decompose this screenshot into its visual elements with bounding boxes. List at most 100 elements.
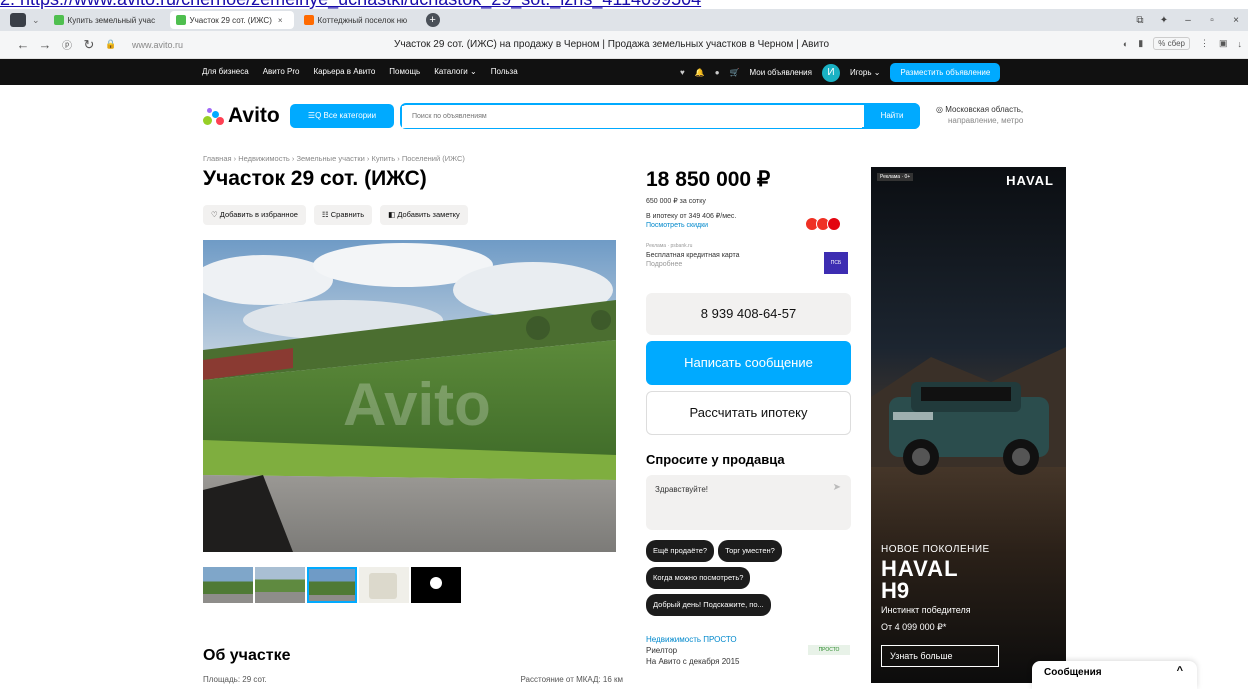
show-phone-button[interactable]: 8 939 408-64-57 [646, 293, 851, 335]
quick-question-chip[interactable]: Ещё продаёте? [646, 540, 715, 562]
tab-list-chevron-icon[interactable]: ⌄ [32, 15, 40, 26]
sber-extension-button[interactable]: % сбер [1153, 37, 1190, 50]
tab-label: Участок 29 сот. (ИЖС) [189, 15, 272, 25]
credit-card-promo[interactable]: Реклама · psbank.ru Бесплатная кредитная… [646, 242, 740, 269]
bookmark-icon[interactable]: ▮ [1138, 38, 1143, 49]
map-pin-icon [430, 577, 442, 589]
region-selector[interactable]: ◎ Московская область, направление, метро [936, 104, 1023, 126]
quick-question-chip[interactable]: Добрый день! Подскажите, по... [646, 594, 771, 616]
seller-logo[interactable]: ПРОСТО [808, 645, 850, 655]
price-per-unit: 650 000 ₽ за сотку [646, 198, 706, 205]
logo-text: Avito [228, 104, 280, 127]
search-input[interactable] [402, 105, 862, 128]
back-arrow-icon[interactable]: ← [12, 37, 34, 52]
ask-seller-input[interactable]: Здравствуйте! ➤ [646, 475, 851, 530]
avito-logo[interactable]: Avito [203, 104, 280, 128]
compare-button[interactable]: ☷ Сравнить [313, 205, 373, 225]
ask-seller-heading: Спросите у продавца [646, 452, 785, 467]
card-promo-text: Бесплатная кредитная карта [646, 252, 740, 259]
quick-question-chip[interactable]: Когда можно посмотреть? [646, 567, 751, 589]
messages-label: Сообщения [1044, 667, 1102, 678]
map-thumbnail[interactable] [411, 567, 461, 603]
extensions-icon[interactable]: ✦ [1152, 15, 1176, 26]
cart-icon[interactable]: 🛒 [730, 68, 740, 77]
ad-line-new-gen: НОВОЕ ПОКОЛЕНИЕ [881, 544, 990, 555]
ad-line-price: От 4 099 000 ₽* [881, 622, 947, 632]
calculate-mortgage-button[interactable]: Рассчитать ипотеку [646, 391, 851, 435]
messages-widget[interactable]: Сообщения ^ [1032, 661, 1197, 689]
nav-link-pro[interactable]: Авито Pro [263, 67, 300, 76]
lock-icon: 🔒 [105, 39, 117, 49]
ad-tag: Реклама · 0+ [877, 173, 914, 181]
close-window-icon[interactable]: × [1224, 15, 1248, 26]
quick-question-chip[interactable]: Торг уместен? [718, 540, 782, 562]
browser-tab[interactable]: Купить земельный учас [48, 11, 166, 29]
send-arrow-icon[interactable]: ➤ [833, 482, 841, 493]
mortgage-discounts-link[interactable]: Посмотреть скидки [646, 221, 736, 230]
add-to-favorites-button[interactable]: ♡ Добавить в избранное [203, 205, 306, 225]
user-avatar[interactable]: И [821, 63, 840, 82]
page-title-in-address[interactable]: Участок 29 сот. (ИЖС) на продажу в Черно… [394, 39, 829, 50]
forward-arrow-icon[interactable]: → [34, 37, 56, 52]
more-icon[interactable]: ⋮ [1200, 38, 1209, 49]
messages-bubble-icon[interactable]: ● [715, 68, 720, 77]
avito-top-bar: Для бизнеса Авито Pro Карьера в Авито По… [0, 59, 1248, 85]
photo-thumbnails [203, 567, 461, 603]
breadcrumb[interactable]: Главная › Недвижимость › Земельные участ… [203, 154, 465, 163]
price: 18 850 000 ₽ [646, 168, 771, 191]
ask-seller-text[interactable]: Здравствуйте! [655, 485, 708, 494]
tab-label: Купить земельный учас [67, 15, 156, 25]
notifications-icon[interactable]: 🔔 [695, 68, 705, 77]
nav-link-benefit[interactable]: Польза [491, 67, 518, 76]
main-photo[interactable]: Avito [203, 240, 616, 552]
window-controls: ⧉ ✦ – ▫ × [1128, 9, 1248, 31]
browser-tab-active[interactable]: Участок 29 сот. (ИЖС) × [169, 11, 294, 29]
nav-link-career[interactable]: Карьера в Авито [313, 67, 375, 76]
seller-name-link[interactable]: Недвижимость ПРОСТО [646, 634, 740, 645]
collections-icon[interactable]: ⧉ [1128, 15, 1152, 26]
card-promo-link[interactable]: Подробнее [646, 260, 740, 269]
reader-icon[interactable]: ◐ [1123, 39, 1128, 49]
post-ad-button[interactable]: Разместить объявление [890, 63, 1001, 82]
my-ads-link[interactable]: Мои объявления [750, 68, 812, 77]
url-caption: 2. https://www.avito.ru/chernoe/zemelnye… [0, 0, 1248, 9]
land-photo-image: Avito [203, 240, 616, 552]
reload-icon[interactable]: ↻ [78, 37, 100, 53]
nav-link-help[interactable]: Помощь [389, 67, 420, 76]
protect-icon[interactable]: ⓟ [56, 37, 78, 52]
thumbnail-active[interactable] [307, 567, 357, 603]
avito-logo-dots-icon [203, 107, 225, 125]
add-note-button[interactable]: ◧ Добавить заметку [380, 205, 468, 225]
all-categories-button[interactable]: ☰Q Все категории [290, 104, 394, 128]
new-tab-button[interactable]: + [425, 13, 440, 27]
thumbnail[interactable] [255, 567, 305, 603]
download-icon[interactable]: ↓ [1238, 39, 1243, 49]
browser-tab[interactable]: Коттеджный поселок ню [298, 11, 416, 29]
sidebar-icon[interactable]: ▣ [1219, 38, 1228, 49]
search-bar: Найти [400, 103, 920, 129]
write-message-button[interactable]: Написать сообщение [646, 341, 851, 385]
psb-bank-logo: ПСБ [824, 252, 848, 274]
url-host[interactable]: www.avito.ru [132, 40, 183, 50]
maximize-icon[interactable]: ▫ [1200, 15, 1224, 26]
thumbnail[interactable] [203, 567, 253, 603]
user-menu[interactable]: Игорь ⌄ [850, 68, 880, 77]
avito-favicon-icon [175, 15, 186, 25]
site-favicon-icon [303, 15, 314, 25]
chevron-up-icon[interactable]: ^ [1177, 665, 1183, 677]
thumbnail[interactable] [359, 567, 409, 603]
favorites-heart-icon[interactable]: ♥ [680, 68, 685, 77]
find-button[interactable]: Найти [864, 103, 920, 129]
nav-link-business[interactable]: Для бизнеса [202, 67, 249, 76]
close-tab-icon[interactable]: × [278, 16, 283, 25]
seller-since: На Авито с декабря 2015 [646, 657, 740, 666]
browser-menu-icon[interactable] [10, 13, 26, 27]
ad-learn-more-button[interactable]: Узнать больше [881, 645, 999, 667]
mortgage-line: В ипотеку от 349 406 ₽/мес. [646, 213, 737, 220]
nav-link-catalogs[interactable]: Каталоги ⌄ [434, 67, 476, 76]
region-sub: направление, метро [948, 116, 1024, 125]
minimize-icon[interactable]: – [1176, 15, 1200, 26]
ad-line-model: H9 [881, 578, 910, 603]
bank-logos-icon [805, 217, 841, 231]
top-user-area: ♥ 🔔 ● 🛒 Мои объявления И Игорь ⌄ Размест… [680, 63, 1001, 82]
